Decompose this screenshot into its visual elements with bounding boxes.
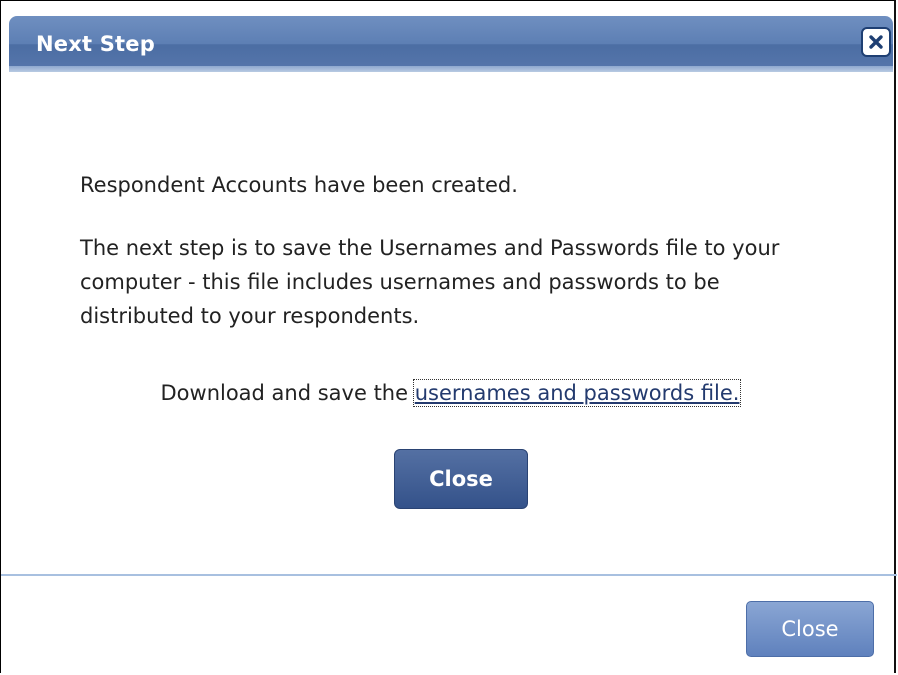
usernames-passwords-file-link[interactable]: usernames and passwords file. [412,379,742,407]
dialog-titlebar[interactable]: Next Step [9,16,893,72]
close-x-glyph [869,35,883,49]
next-step-instructions: The next step is to save the Usernames a… [80,236,780,328]
download-instruction: Download and save the usernames and pass… [1,376,898,410]
close-x-icon[interactable] [861,27,891,57]
footer-divider [1,574,897,576]
next-step-dialog: Next Step Respondent Accounts have been … [0,0,898,673]
download-prefix-text: Download and save the [160,381,415,405]
footer-close-button[interactable]: Close [746,601,874,657]
accounts-created-message: Respondent Accounts have been created. [80,173,518,197]
close-button[interactable]: Close [394,449,528,509]
dialog-title: Next Step [36,32,155,56]
